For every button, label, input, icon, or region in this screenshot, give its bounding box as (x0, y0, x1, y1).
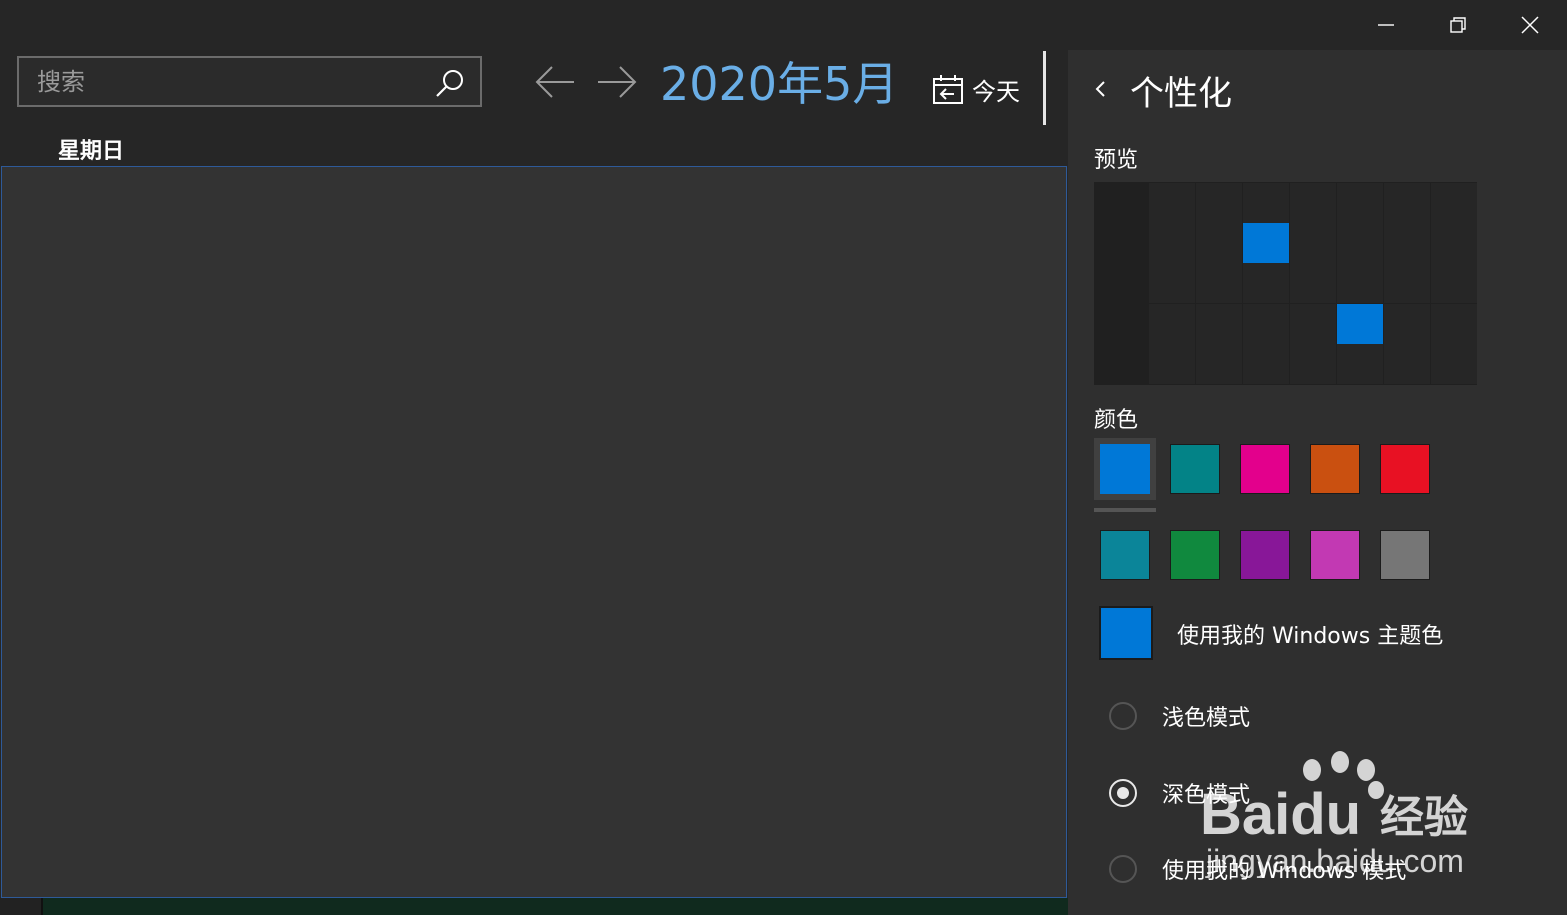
radio-dark-mode-label: 深色模式 (1162, 783, 1251, 808)
preview-cell (1196, 304, 1242, 344)
color-swatch[interactable] (1094, 524, 1156, 586)
preview-cell (1243, 223, 1289, 263)
color-swatch-fill (1380, 444, 1430, 494)
color-swatch-fill (1170, 530, 1220, 580)
preview-cell (1243, 183, 1289, 223)
color-swatch-fill (1240, 444, 1290, 494)
preview-cell (1290, 344, 1336, 384)
preview-cell (1196, 263, 1242, 303)
preview-cell (1431, 183, 1477, 223)
weekday-header: 星期日 (58, 139, 125, 164)
color-swatch[interactable] (1094, 438, 1156, 512)
color-swatch-fill (1380, 530, 1430, 580)
minimize-button[interactable] (1350, 0, 1422, 50)
month-title[interactable]: 2020年5月 (660, 55, 898, 113)
theme-preview (1094, 182, 1477, 385)
color-swatch[interactable] (1304, 438, 1366, 500)
bottom-strip (43, 898, 1068, 915)
back-icon[interactable] (1090, 74, 1110, 104)
preview-cell (1384, 263, 1430, 303)
preview-cell (1243, 304, 1289, 344)
panel-title: 个性化 (1130, 74, 1232, 114)
preview-cell (1384, 223, 1430, 263)
preview-cell (1337, 263, 1383, 303)
bottom-strip-left (0, 898, 43, 915)
radio-dark-mode[interactable]: 深色模式 (1109, 777, 1250, 809)
color-swatch[interactable] (1234, 438, 1296, 500)
color-swatch-fill (1100, 530, 1150, 580)
preview-cell (1196, 223, 1242, 263)
radio-light-mode-indicator[interactable] (1109, 702, 1137, 730)
radio-light-mode[interactable]: 浅色模式 (1109, 700, 1250, 732)
preview-cell (1149, 344, 1195, 384)
preview-label: 预览 (1094, 148, 1139, 173)
preview-cell (1196, 344, 1242, 384)
previous-month-button[interactable] (534, 63, 576, 101)
preview-cell (1290, 223, 1336, 263)
preview-cell (1337, 344, 1383, 384)
radio-windows-mode[interactable]: 使用我的 Windows 模式 (1109, 853, 1406, 885)
radio-dark-mode-indicator[interactable] (1109, 779, 1137, 807)
color-swatch[interactable] (1304, 524, 1366, 586)
color-swatch[interactable] (1234, 524, 1296, 586)
header-divider (1043, 51, 1046, 125)
restore-icon (1450, 17, 1466, 33)
search-input[interactable] (19, 58, 429, 105)
preview-cell (1337, 223, 1383, 263)
preview-cell (1290, 183, 1336, 223)
close-button[interactable] (1494, 0, 1566, 50)
restore-button[interactable] (1422, 0, 1494, 50)
color-swatch[interactable] (1164, 438, 1226, 500)
radio-windows-mode-label: 使用我的 Windows 模式 (1162, 859, 1407, 884)
today-button[interactable]: 今天 (932, 66, 1020, 112)
preview-cell (1337, 183, 1383, 223)
preview-cell (1384, 304, 1430, 344)
preview-cell (1431, 304, 1477, 344)
preview-cell (1290, 304, 1336, 344)
windows-theme-color-swatch[interactable] (1099, 606, 1153, 660)
color-swatch-fill (1100, 444, 1150, 494)
search-box (17, 56, 482, 107)
radio-light-mode-label: 浅色模式 (1162, 706, 1251, 731)
color-swatch-fill (1310, 444, 1360, 494)
color-swatch[interactable] (1164, 524, 1226, 586)
search-icon[interactable] (434, 67, 466, 99)
preview-cell (1337, 304, 1383, 344)
preview-cell (1431, 344, 1477, 384)
color-swatch-fill (1170, 444, 1220, 494)
personalization-panel: 个性化 预览 颜色 使用我的 Windows 主题色 浅色模式 深色模式 使用我… (1068, 50, 1567, 915)
today-label: 今天 (972, 77, 1020, 106)
preview-cell (1149, 263, 1195, 303)
color-swatch[interactable] (1374, 438, 1436, 500)
preview-cell (1196, 183, 1242, 223)
preview-cell (1431, 223, 1477, 263)
preview-cell (1384, 344, 1430, 384)
color-swatch-fill (1310, 530, 1360, 580)
color-label: 颜色 (1094, 408, 1139, 433)
preview-cell (1149, 304, 1195, 344)
radio-windows-mode-indicator[interactable] (1109, 855, 1137, 883)
preview-cell (1384, 183, 1430, 223)
color-swatch-fill (1240, 530, 1290, 580)
preview-cell (1243, 344, 1289, 384)
calendar-view: 2020年5月 今天 星期日 (0, 0, 1068, 915)
calendar-grid[interactable] (1, 166, 1067, 898)
preview-cell (1431, 263, 1477, 303)
close-icon (1521, 16, 1539, 34)
calendar-today-icon (933, 75, 963, 104)
windows-theme-color-label[interactable]: 使用我的 Windows 主题色 (1177, 618, 1443, 650)
preview-cell (1290, 263, 1336, 303)
preview-cell (1243, 263, 1289, 303)
minimize-icon (1378, 24, 1394, 26)
color-swatch[interactable] (1374, 524, 1436, 586)
preview-cell (1149, 223, 1195, 263)
preview-cell (1149, 183, 1195, 223)
next-month-button[interactable] (596, 63, 638, 101)
